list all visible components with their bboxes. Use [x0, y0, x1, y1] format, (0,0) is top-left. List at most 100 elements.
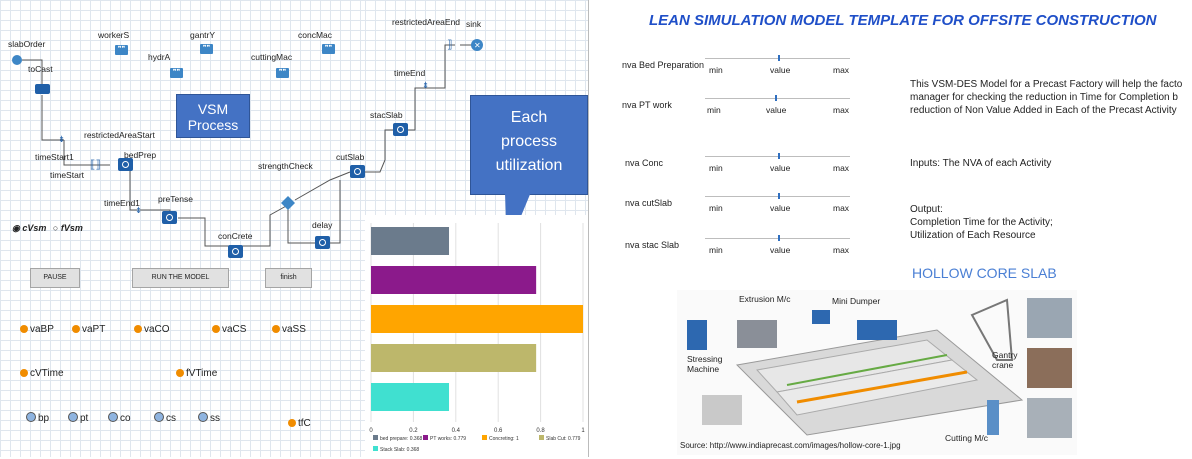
node-label: slabOrder — [8, 39, 46, 49]
service-block-icon[interactable] — [118, 158, 133, 171]
chart-tick-label: 1 — [581, 428, 585, 434]
chart-legend-label: Stack Slab: 0.368 — [380, 447, 419, 453]
radio-fvsm-label: fVsm — [60, 223, 83, 233]
utilization-callout: Each process utilization — [470, 95, 588, 195]
chart-legend-label: Slab Cut: 0.779 — [546, 436, 581, 442]
time-measure-icon[interactable]: ⇟ — [422, 80, 429, 91]
description-line: manager for checking the reduction in Ti… — [910, 92, 1178, 103]
function-label: co — [120, 413, 131, 424]
node-label: timeStart1 — [35, 152, 74, 162]
function-pt[interactable]: pt — [68, 412, 88, 424]
slider-thumb[interactable] — [778, 235, 780, 241]
variable-label: vaPT — [82, 324, 106, 335]
template-title: LEAN SIMULATION MODEL TEMPLATE FOR OFFSI… — [649, 12, 1157, 29]
slider-max: max — [833, 203, 850, 213]
function-co[interactable]: co — [108, 412, 131, 424]
variable-label: vaCO — [144, 324, 170, 335]
function-icon — [68, 412, 78, 422]
service-block-icon[interactable] — [350, 165, 365, 178]
factory-illustration — [677, 290, 1077, 455]
node-label: preTense — [158, 194, 193, 204]
function-cs[interactable]: cs — [154, 412, 176, 424]
slider-thumb[interactable] — [778, 55, 780, 61]
variable-label: cVTime — [30, 368, 64, 379]
variable-label: vaCS — [222, 324, 247, 335]
cutting-label: Cutting M/c — [945, 433, 988, 443]
resource-pool-icon[interactable]: ❞❞ — [322, 44, 335, 54]
resource-pool-icon[interactable]: ❞❞ — [200, 44, 213, 54]
node-label: strengthCheck — [258, 161, 313, 171]
chart-legend-label: bed prepare: 0.368 — [380, 436, 422, 442]
node-label: stacSlab — [370, 110, 403, 120]
variable-vapt[interactable]: vaPT — [72, 324, 105, 335]
gantry-label: Gantry crane — [992, 350, 1018, 370]
chart-tick-label: 0.4 — [452, 428, 461, 434]
variable-vass[interactable]: vaSS — [272, 324, 306, 335]
description-text: This VSM-DES Model for a Precast Factory… — [910, 78, 1182, 117]
service-block-icon[interactable] — [228, 245, 243, 258]
variable-label: vaBP — [30, 324, 54, 335]
radio-fvsm[interactable]: ○ fVsm — [53, 223, 83, 233]
node-label: timeEnd — [394, 68, 426, 78]
description-line: reduction of Non Value Added in Each of … — [910, 105, 1177, 116]
slider-label: nva stac Slab — [625, 240, 680, 250]
service-block-icon[interactable] — [393, 123, 408, 136]
output-line: Completion Time for the Activity; — [910, 217, 1053, 228]
resource-label: gantrY — [190, 30, 216, 40]
node-label: restrictedAreaEnd — [392, 17, 461, 27]
radio-cvsm-label: cVsm — [22, 223, 47, 233]
service-block-icon[interactable] — [162, 211, 177, 224]
variable-icon — [134, 325, 142, 333]
restricted-area-end-icon[interactable]: ⟧ — [447, 38, 452, 51]
chart-legend-label: PT works: 0.779 — [430, 436, 466, 442]
model-radio-group: ◉ cVsm ○ fVsm — [12, 223, 83, 234]
function-label: pt — [80, 413, 89, 424]
slider-track[interactable] — [705, 98, 850, 99]
function-ss[interactable]: ss — [198, 412, 220, 424]
slider-min: min — [709, 245, 723, 255]
pause-button[interactable]: PAUSE — [30, 268, 80, 288]
restricted-area-icon[interactable]: ⟦⟧ — [90, 158, 101, 171]
variable-vabp[interactable]: vaBP — [20, 324, 54, 335]
slider-thumb[interactable] — [778, 193, 780, 199]
output-line: Output: — [910, 204, 943, 215]
utilization-chart: 0 0.2 0.4 0.6 0.8 1 bed prepare: 0.368 PT works… — [365, 215, 588, 457]
function-icon — [108, 412, 118, 422]
resource-pool-icon[interactable]: ❞❞ — [276, 68, 289, 78]
variable-cvtime[interactable]: cVTime — [20, 368, 64, 379]
variable-fvtime[interactable]: fVTime — [176, 368, 217, 379]
time-measure-icon[interactable]: ⇟ — [58, 134, 65, 145]
slider-label: nva PT work — [622, 100, 672, 110]
function-bp[interactable]: bp — [26, 412, 49, 424]
slider-thumb[interactable] — [778, 153, 780, 159]
chart-tick-label: 0.6 — [494, 428, 503, 434]
variable-vacs[interactable]: vaCS — [212, 324, 246, 335]
resource-label: workerS — [98, 30, 130, 40]
run-model-button[interactable]: RUN THE MODEL — [132, 268, 229, 288]
resource-label: cuttingMac — [251, 52, 293, 62]
slider-value: value — [766, 105, 787, 115]
vsm-process-text: VSM Process — [187, 101, 239, 133]
variable-tfc[interactable]: tfC — [288, 418, 311, 429]
variable-icon — [176, 369, 184, 377]
finish-button[interactable]: finish — [265, 268, 312, 288]
resource-pool-icon[interactable]: ❞❞ — [115, 45, 128, 55]
variable-icon — [212, 325, 220, 333]
delay-block-icon[interactable] — [315, 236, 330, 249]
chart-bar — [371, 266, 537, 294]
chart-legend-swatch — [482, 435, 487, 440]
variable-label: vaSS — [282, 324, 306, 335]
chart-legend-swatch — [539, 435, 544, 440]
time-measure-icon[interactable]: ⇟ — [135, 205, 142, 216]
slider-max: max — [833, 245, 850, 255]
variable-label: tfC — [298, 418, 311, 429]
function-label: bp — [38, 413, 50, 424]
resource-pool-icon[interactable]: ❞❞ — [170, 68, 183, 78]
description-line: This VSM-DES Model for a Precast Factory… — [910, 79, 1183, 90]
slider-min: min — [709, 163, 723, 173]
radio-cvsm[interactable]: ◉ cVsm — [12, 223, 46, 233]
stressing-label: Stressing Machine — [687, 354, 723, 374]
slider-label: nva cutSlab — [625, 198, 673, 208]
slider-thumb[interactable] — [775, 95, 777, 101]
variable-vaco[interactable]: vaCO — [134, 324, 170, 335]
